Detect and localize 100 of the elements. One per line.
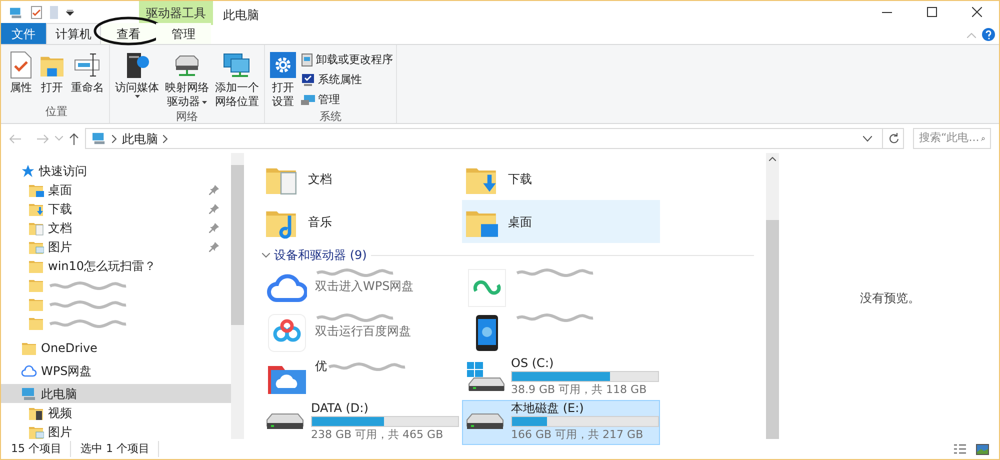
nav-label: 桌面: [48, 182, 72, 198]
nav-item[interactable]: 视频: [1, 403, 231, 422]
section-header[interactable]: 设备和驱动器 (9): [274, 246, 367, 264]
cloud-icon: [267, 272, 307, 304]
window-title: 此电脑: [223, 7, 259, 24]
drive-tile[interactable]: 本地磁盘 (E:) 166 GB 可用，共 217 GB: [462, 400, 660, 445]
nav-item[interactable]: 此电脑: [1, 384, 231, 403]
phone-icon: [475, 314, 499, 352]
free-space: 238 GB 可用，共 465 GB: [311, 428, 444, 441]
context-tab-header: 驱动器工具: [139, 1, 213, 25]
device-description: 双击运行百度网盘: [315, 323, 412, 340]
preview-message: 没有预览。: [860, 290, 920, 307]
nav-label: 下载: [48, 200, 72, 218]
nav-label: 图片: [48, 238, 72, 256]
scrollbar-thumb[interactable]: [766, 220, 779, 439]
free-space: 166 GB 可用，共 217 GB: [511, 428, 644, 441]
device-name: 优: [315, 358, 327, 375]
refresh-icon: [888, 133, 898, 144]
drive-tile[interactable]: DATA (D:) 238 GB 可用，共 465 GB: [262, 400, 460, 445]
up-icon[interactable]: [69, 132, 79, 144]
folder-tile[interactable]: 音乐: [262, 200, 460, 243]
chevron-icon[interactable]: [112, 134, 117, 142]
ribbon-tab[interactable]: 管理: [156, 23, 211, 44]
group-label: 网络: [175, 109, 199, 125]
nav-item[interactable]: WPS网盘: [1, 361, 231, 380]
computer-icon: [91, 132, 107, 145]
dropdown-icon[interactable]: [66, 10, 74, 16]
ribbon-button[interactable]: 映射网络 驱动器: [163, 49, 211, 109]
pin-icon[interactable]: [209, 184, 219, 194]
pin-icon[interactable]: [209, 222, 219, 232]
settings-icon: [270, 52, 296, 78]
scrollbar[interactable]: [766, 153, 779, 439]
computer-icon[interactable]: [9, 6, 23, 18]
nav-item[interactable]: 桌面: [1, 180, 231, 199]
ribbon-button[interactable]: 属性: [7, 49, 35, 104]
nav-label: WPS网盘: [41, 362, 92, 380]
nav-label: 图片: [48, 424, 72, 439]
ribbon-button[interactable]: 添加一个 网络位置: [213, 49, 261, 109]
scrollbar-thumb[interactable]: [231, 165, 244, 325]
ribbon-button[interactable]: 打开: [37, 49, 67, 104]
ribbon-button[interactable]: 访问媒体: [113, 49, 161, 109]
nav-label: 视频: [48, 404, 72, 422]
folder-tile[interactable]: 下载: [462, 157, 660, 200]
breadcrumb[interactable]: 此电脑: [122, 130, 158, 148]
infinity-icon: [468, 269, 506, 307]
ribbon-small-button[interactable]: 系统属性: [300, 71, 393, 89]
nav-item[interactable]: 下载: [1, 199, 231, 218]
details-view-icon[interactable]: [954, 444, 966, 454]
cloud-icon: [21, 364, 37, 378]
properties-icon[interactable]: [31, 6, 42, 19]
folder-tile[interactable]: 桌面: [462, 200, 660, 243]
nav-label: 文档: [48, 220, 72, 236]
ribbon-tab[interactable]: 计算机: [46, 23, 101, 44]
device-tile[interactable]: 优: [262, 355, 460, 400]
nav-item[interactable]: OneDrive: [1, 338, 231, 357]
computer-manage-icon: [300, 93, 316, 107]
forward-icon[interactable]: [37, 134, 49, 144]
chevron-icon[interactable]: [163, 134, 168, 142]
star-icon: [21, 164, 35, 178]
ribbon-tab[interactable]: 查看: [101, 23, 156, 44]
address-bar[interactable]: 此电脑: [85, 128, 904, 149]
recent-dropdown-icon[interactable]: [55, 136, 63, 141]
computer-icon: [21, 386, 37, 400]
folder-name: 文档: [308, 170, 332, 188]
nav-item[interactable]: win10怎么玩扫雷？: [1, 256, 231, 275]
nav-item[interactable]: 文档: [1, 218, 231, 237]
pin-icon[interactable]: [209, 204, 219, 214]
search-field[interactable]: 搜索“此电...: [913, 128, 991, 149]
nav-label: 快速访问: [39, 162, 87, 180]
drive-windows-icon: [465, 362, 505, 394]
device-tile[interactable]: 双击进入WPS网盘: [262, 265, 460, 310]
media-icon: [124, 50, 150, 80]
drive-tile[interactable]: OS (C:) 38.9 GB 可用，共 118 GB: [462, 355, 660, 400]
group-label: 位置: [44, 104, 68, 120]
collapse-ribbon-icon[interactable]: [967, 33, 976, 38]
status-text: 15 个项目: [11, 440, 70, 458]
nav-item[interactable]: 快速访问: [1, 161, 231, 180]
folder-tile[interactable]: 文档: [262, 157, 460, 200]
collapse-icon[interactable]: [262, 252, 270, 258]
scrollbar[interactable]: [231, 153, 244, 439]
scroll-up-icon[interactable]: [769, 157, 776, 161]
nav-item[interactable]: 图片: [1, 422, 231, 439]
maximize-icon: [926, 7, 936, 17]
ribbon-small-button[interactable]: 管理: [300, 91, 393, 109]
back-icon[interactable]: [9, 134, 21, 144]
close-icon: [972, 7, 982, 17]
dropdown-icon[interactable]: [863, 136, 872, 142]
help-icon[interactable]: [982, 28, 995, 41]
pin-icon[interactable]: [209, 242, 219, 252]
ribbon-tab[interactable]: 文件: [1, 23, 46, 44]
ribbon-small-button[interactable]: 卸载或更改程序: [300, 51, 393, 69]
nav-item[interactable]: 图片: [1, 237, 231, 256]
free-space: 38.9 GB 可用，共 118 GB: [511, 383, 648, 396]
properties-icon: [9, 51, 33, 79]
group-label: 系统: [318, 109, 342, 125]
rings-icon: [268, 314, 306, 352]
large-icons-view-icon[interactable]: [976, 444, 989, 454]
device-tile[interactable]: 双击运行百度网盘: [262, 310, 460, 355]
ribbon-button[interactable]: 打开 设置: [268, 49, 298, 109]
ribbon-button[interactable]: 重命名: [69, 49, 106, 104]
